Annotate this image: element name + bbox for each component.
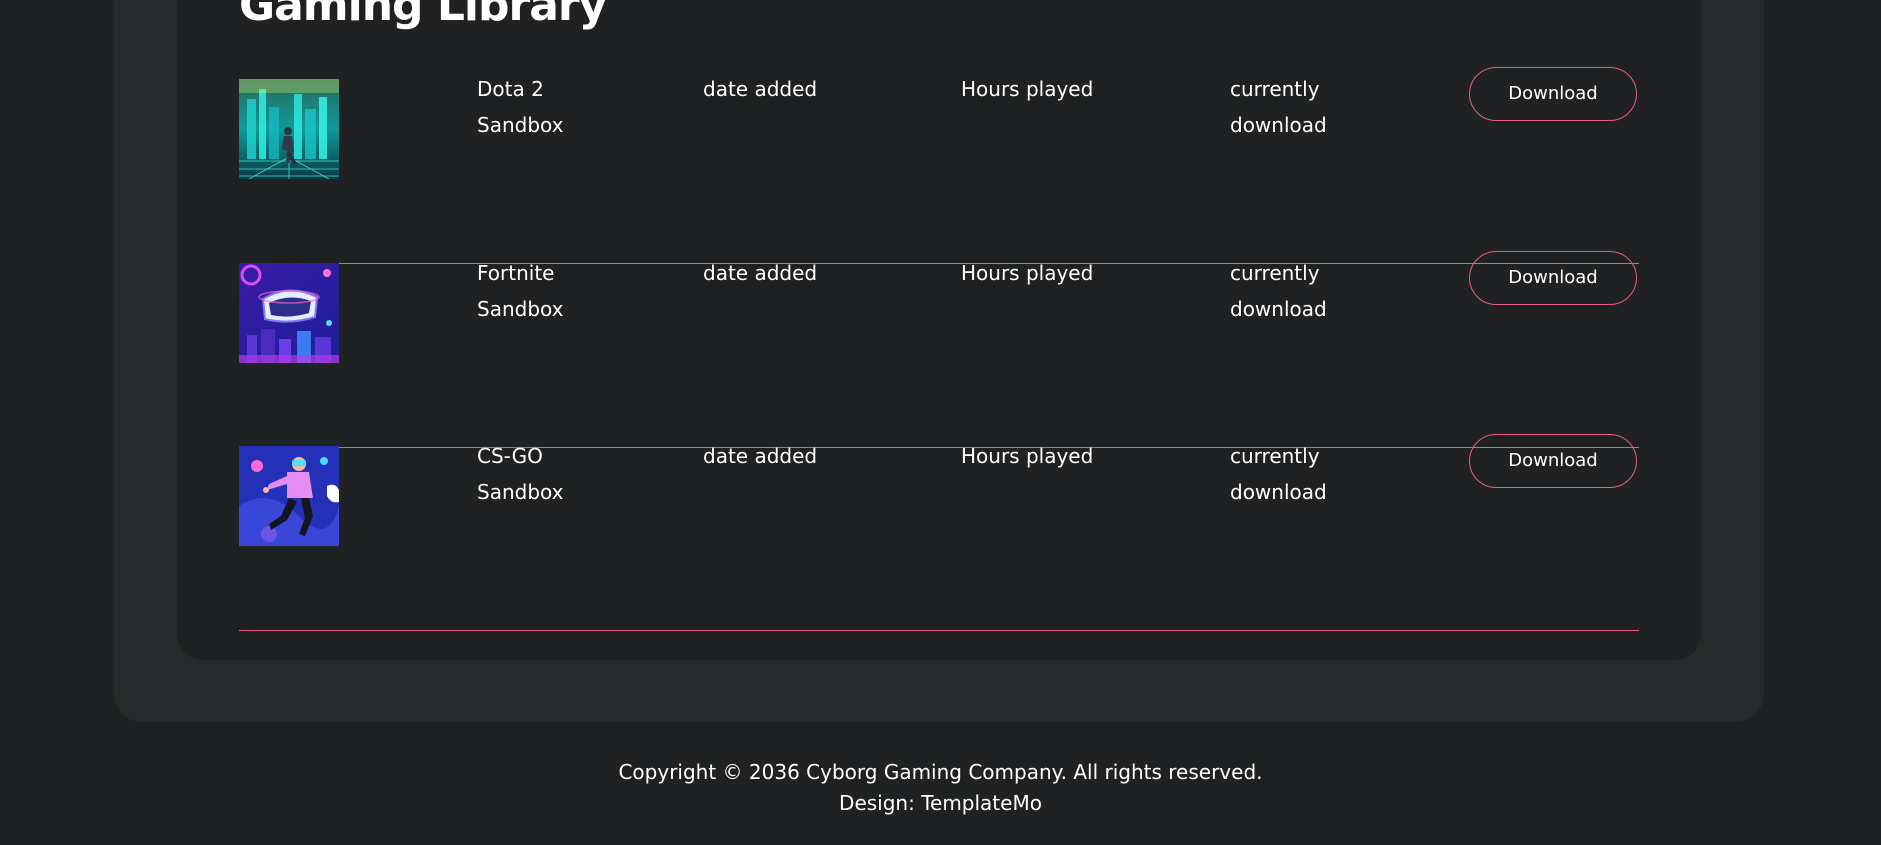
status-line-1: currently bbox=[1230, 77, 1320, 101]
game-row-fortnite: Fortnite Sandbox date added Hours played… bbox=[239, 251, 1639, 448]
status-line-1: currently bbox=[1230, 261, 1320, 285]
date-added-label: date added bbox=[703, 261, 818, 285]
date-added-label: date added bbox=[703, 444, 818, 468]
game-title-cell: Fortnite Sandbox bbox=[477, 255, 563, 327]
game-thumbnail-neon-city[interactable] bbox=[239, 79, 339, 179]
copyright-text: Copyright © 2036 Cyborg Gaming Company. … bbox=[618, 760, 1263, 784]
status-line-2: download bbox=[1230, 297, 1327, 321]
neon-city-dancer-image bbox=[239, 79, 339, 179]
status-line-2: download bbox=[1230, 113, 1327, 137]
game-row-csgo: CS-GO Sandbox date added Hours played cu… bbox=[239, 434, 1639, 631]
game-title: CS-GO bbox=[477, 444, 543, 468]
design-credit: Design: TemplateMo bbox=[839, 791, 1042, 815]
game-thumbnail-vr-headset[interactable] bbox=[239, 263, 339, 363]
hours-played-label: Hours played bbox=[961, 77, 1094, 101]
hours-played-label: Hours played bbox=[961, 261, 1094, 285]
status-line-2: download bbox=[1230, 480, 1327, 504]
download-status: currently download bbox=[1230, 71, 1327, 143]
hours-played-label: Hours played bbox=[961, 444, 1094, 468]
game-title-cell: Dota 2 Sandbox bbox=[477, 71, 563, 143]
download-status: currently download bbox=[1230, 438, 1327, 510]
game-category: Sandbox bbox=[477, 297, 564, 321]
game-title: Dota 2 bbox=[477, 77, 544, 101]
game-category: Sandbox bbox=[477, 480, 564, 504]
game-title: Fortnite bbox=[477, 261, 555, 285]
footer: Copyright © 2036 Cyborg Gaming Company. … bbox=[0, 757, 1881, 819]
download-button[interactable]: Download bbox=[1469, 67, 1637, 121]
game-row-dota2: Dota 2 Sandbox date added Hours played c… bbox=[239, 67, 1639, 264]
vr-headset-image bbox=[239, 263, 339, 363]
game-thumbnail-floating-person[interactable] bbox=[239, 446, 339, 546]
game-category: Sandbox bbox=[477, 113, 564, 137]
download-status: currently download bbox=[1230, 255, 1327, 327]
date-added-label: date added bbox=[703, 77, 818, 101]
download-button[interactable]: Download bbox=[1469, 251, 1637, 305]
status-line-1: currently bbox=[1230, 444, 1320, 468]
floating-vr-person-image bbox=[239, 446, 339, 546]
game-title-cell: CS-GO Sandbox bbox=[477, 438, 563, 510]
section-heading: Gaming Library bbox=[239, 0, 607, 31]
download-button[interactable]: Download bbox=[1469, 434, 1637, 488]
page: Gaming Library Dota 2 Sandbox date added… bbox=[0, 0, 1881, 845]
